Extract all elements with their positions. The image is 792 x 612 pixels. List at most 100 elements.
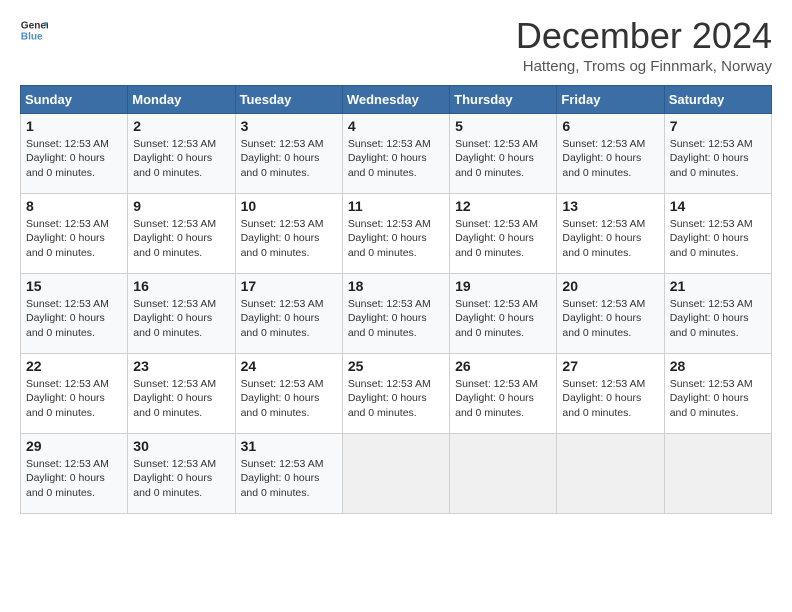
day-number: 24 xyxy=(241,358,337,374)
table-row: 6 Sunset: 12:53 AM Daylight: 0 hours and … xyxy=(557,113,664,193)
logo-icon: General Blue xyxy=(20,16,48,44)
day-info: Sunset: 12:53 AM Daylight: 0 hours and 0… xyxy=(455,297,551,341)
svg-text:General: General xyxy=(21,20,48,31)
table-row: 11 Sunset: 12:53 AM Daylight: 0 hours and… xyxy=(342,193,449,273)
day-info: Sunset: 12:53 AM Daylight: 0 hours and 0… xyxy=(562,377,658,421)
day-info: Sunset: 12:53 AM Daylight: 0 hours and 0… xyxy=(26,457,122,501)
day-number: 27 xyxy=(562,358,658,374)
table-row: 30 Sunset: 12:53 AM Daylight: 0 hours and… xyxy=(128,433,235,513)
table-row: 13Sunset: 12:53 AM Daylight: 0 hours and… xyxy=(557,193,664,273)
day-info: Sunset: 12:53 AM Daylight: 0 hours and 0… xyxy=(241,457,337,501)
day-number: 28 xyxy=(670,358,766,374)
day-number: 4 xyxy=(348,118,444,134)
calendar-week-row: 15 Sunset: 12:53 AM Daylight: 0 hours and… xyxy=(21,273,772,353)
day-number: 14 xyxy=(670,198,766,214)
day-info: Sunset: 12:53 AM Daylight: 0 hours and 0… xyxy=(670,137,766,181)
day-number: 7 xyxy=(670,118,766,134)
table-row: 22 Sunset: 12:53 AM Daylight: 0 hours and… xyxy=(21,353,128,433)
day-number: 22 xyxy=(26,358,122,374)
month-title: December 2024 xyxy=(516,16,772,56)
table-row: 16 Sunset: 12:53 AM Daylight: 0 hours and… xyxy=(128,273,235,353)
title-area: December 2024 Hatteng, Troms og Finnmark… xyxy=(516,16,772,75)
table-row: 2Sunset: 12:53 AM Daylight: 0 hours and … xyxy=(128,113,235,193)
day-info: Sunset: 12:53 AM Daylight: 0 hours and 0… xyxy=(133,137,229,181)
day-number: 12 xyxy=(455,198,551,214)
svg-text:Blue: Blue xyxy=(21,31,43,42)
day-number: 6 xyxy=(562,118,658,134)
day-number: 18 xyxy=(348,278,444,294)
day-number: 16 xyxy=(133,278,229,294)
day-number: 21 xyxy=(670,278,766,294)
day-number: 30 xyxy=(133,438,229,454)
day-info: Sunset: 12:53 AM Daylight: 0 hours and 0… xyxy=(455,377,551,421)
day-number: 19 xyxy=(455,278,551,294)
col-thursday: Thursday xyxy=(450,85,557,113)
table-row: 15 Sunset: 12:53 AM Daylight: 0 hours and… xyxy=(21,273,128,353)
table-row: 17 Sunset: 12:53 AM Daylight: 0 hours and… xyxy=(235,273,342,353)
day-info: Sunset: 12:53 AM Daylight: 0 hours and 0… xyxy=(26,297,122,341)
table-row: 19 Sunset: 12:53 AM Daylight: 0 hours and… xyxy=(450,273,557,353)
table-row: 5Sunset: 12:53 AM Daylight: 0 hours and … xyxy=(450,113,557,193)
day-info: Sunset: 12:53 AM Daylight: 0 hours and 0… xyxy=(133,217,229,261)
day-number: 5 xyxy=(455,118,551,134)
day-info: Sunset: 12:53 AM Daylight: 0 hours and 0… xyxy=(670,377,766,421)
day-info: Sunset: 12:53 AM Daylight: 0 hours and 0… xyxy=(26,137,122,181)
col-friday: Friday xyxy=(557,85,664,113)
day-info: Sunset: 12:53 AM Daylight: 0 hours and 0… xyxy=(562,217,658,261)
day-info: Sunset: 12:53 AM Daylight: 0 hours and 0… xyxy=(670,217,766,261)
day-number: 26 xyxy=(455,358,551,374)
day-info: Sunset: 12:53 AM Daylight: 0 hours and 0… xyxy=(26,217,122,261)
table-row xyxy=(450,433,557,513)
table-row: 1Sunset: 12:53 AM Daylight: 0 hours and … xyxy=(21,113,128,193)
day-number: 23 xyxy=(133,358,229,374)
day-info: Sunset: 12:53 AM Daylight: 0 hours and 0… xyxy=(348,297,444,341)
table-row xyxy=(557,433,664,513)
table-row: 7 Sunset: 12:53 AM Daylight: 0 hours and … xyxy=(664,113,771,193)
day-info: Sunset: 12:53 AM Daylight: 0 hours and 0… xyxy=(26,377,122,421)
table-row: 31 Sunset: 12:53 AM Daylight: 0 hours and… xyxy=(235,433,342,513)
day-info: Sunset: 12:53 AM Daylight: 0 hours and 0… xyxy=(670,297,766,341)
day-number: 20 xyxy=(562,278,658,294)
col-sunday: Sunday xyxy=(21,85,128,113)
day-number: 29 xyxy=(26,438,122,454)
location-title: Hatteng, Troms og Finnmark, Norway xyxy=(516,58,772,75)
calendar-week-row: 22 Sunset: 12:53 AM Daylight: 0 hours and… xyxy=(21,353,772,433)
day-info: Sunset: 12:53 AM Daylight: 0 hours and 0… xyxy=(348,217,444,261)
col-wednesday: Wednesday xyxy=(342,85,449,113)
day-info: Sunset: 12:53 AM Daylight: 0 hours and 0… xyxy=(133,297,229,341)
table-row xyxy=(664,433,771,513)
day-info: Sunset: 12:53 AM Daylight: 0 hours and 0… xyxy=(133,457,229,501)
day-number: 3 xyxy=(241,118,337,134)
day-number: 8 xyxy=(26,198,122,214)
day-info: Sunset: 12:53 AM Daylight: 0 hours and 0… xyxy=(241,297,337,341)
header: General Blue December 2024 Hatteng, Trom… xyxy=(20,16,772,75)
table-row: 21 Sunset: 12:53 AM Daylight: 0 hours and… xyxy=(664,273,771,353)
col-saturday: Saturday xyxy=(664,85,771,113)
day-info: Sunset: 12:53 AM Daylight: 0 hours and 0… xyxy=(562,137,658,181)
day-number: 31 xyxy=(241,438,337,454)
table-row: 24Sunset: 12:53 AM Daylight: 0 hours and… xyxy=(235,353,342,433)
day-info: Sunset: 12:53 AM Daylight: 0 hours and 0… xyxy=(241,137,337,181)
day-number: 25 xyxy=(348,358,444,374)
page: General Blue December 2024 Hatteng, Trom… xyxy=(0,0,792,612)
day-number: 17 xyxy=(241,278,337,294)
table-row: 25 Sunset: 12:53 AM Daylight: 0 hours and… xyxy=(342,353,449,433)
day-number: 9 xyxy=(133,198,229,214)
day-number: 15 xyxy=(26,278,122,294)
table-row: 12Sunset: 12:53 AM Daylight: 0 hours and… xyxy=(450,193,557,273)
table-row: 20Sunset: 12:53 AM Daylight: 0 hours and… xyxy=(557,273,664,353)
table-row: 4 Sunset: 12:53 AM Daylight: 0 hours and … xyxy=(342,113,449,193)
calendar-week-row: 8 Sunset: 12:53 AM Daylight: 0 hours and … xyxy=(21,193,772,273)
day-info: Sunset: 12:53 AM Daylight: 0 hours and 0… xyxy=(348,377,444,421)
table-row: 27 Sunset: 12:53 AM Daylight: 0 hours and… xyxy=(557,353,664,433)
table-row xyxy=(342,433,449,513)
day-number: 11 xyxy=(348,198,444,214)
calendar: Sunday Monday Tuesday Wednesday Thursday… xyxy=(20,85,772,514)
day-info: Sunset: 12:53 AM Daylight: 0 hours and 0… xyxy=(241,217,337,261)
table-row: 18 Sunset: 12:53 AM Daylight: 0 hours and… xyxy=(342,273,449,353)
calendar-week-row: 29 Sunset: 12:53 AM Daylight: 0 hours and… xyxy=(21,433,772,513)
table-row: 10Sunset: 12:53 AM Daylight: 0 hours and… xyxy=(235,193,342,273)
col-monday: Monday xyxy=(128,85,235,113)
day-info: Sunset: 12:53 AM Daylight: 0 hours and 0… xyxy=(348,137,444,181)
table-row: 23Sunset: 12:53 AM Daylight: 0 hours and… xyxy=(128,353,235,433)
